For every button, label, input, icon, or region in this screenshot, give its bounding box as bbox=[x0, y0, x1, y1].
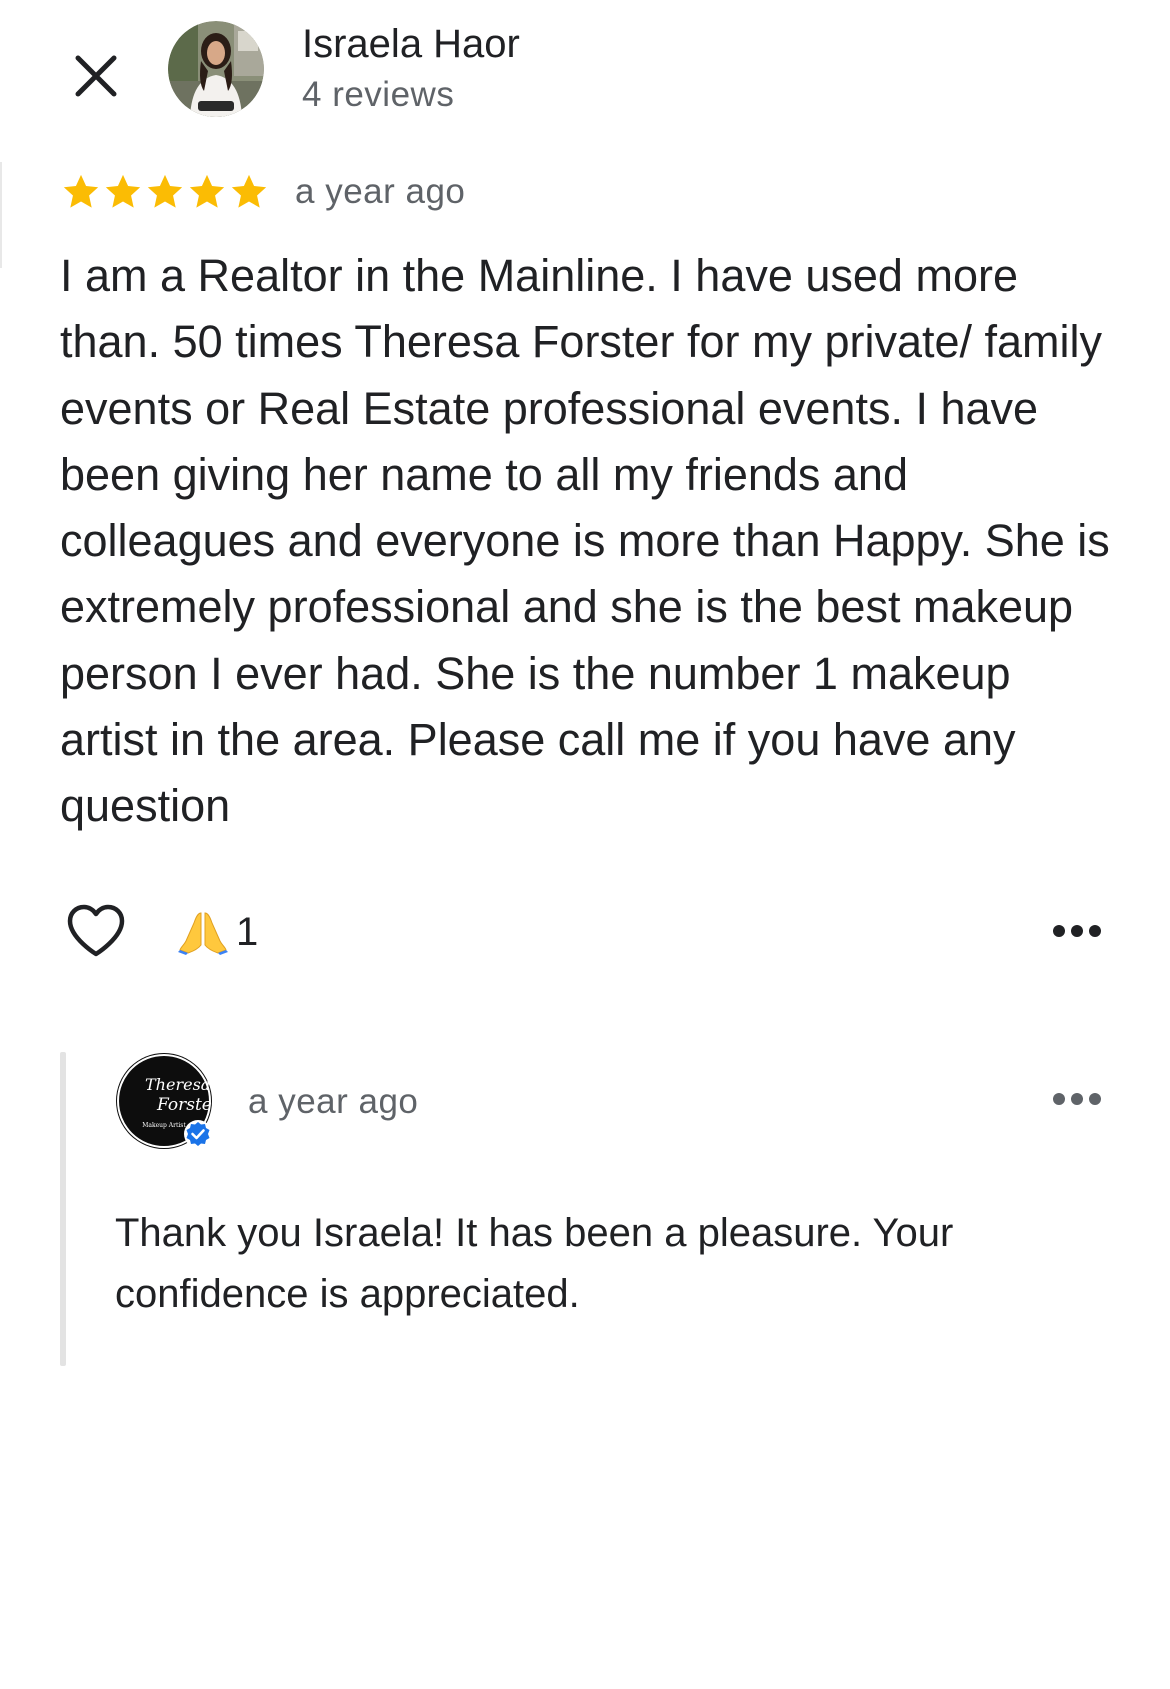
folded-hands-icon bbox=[178, 912, 228, 955]
star-icon bbox=[105, 174, 141, 208]
reply-indent-bar bbox=[60, 1052, 66, 1366]
reply-time: a year ago bbox=[248, 1082, 419, 1121]
like-button[interactable] bbox=[60, 895, 132, 967]
reviewer-review-count: 4 reviews bbox=[302, 75, 455, 114]
star-icon bbox=[147, 174, 183, 208]
review-more-options-button[interactable] bbox=[1045, 911, 1109, 951]
owner-avatar[interactable]: Theresa Forster Makeup Artist bbox=[115, 1052, 221, 1150]
star-icon bbox=[63, 174, 99, 208]
owner-logo-icon: Theresa Forster Makeup Artist bbox=[116, 1053, 221, 1149]
review-text: I am a Realtor in the Mainline. I have u… bbox=[60, 250, 1110, 832]
more-horizontal-icon bbox=[1053, 1093, 1101, 1105]
reviewer-name[interactable]: Israela Haor bbox=[302, 20, 520, 68]
edge-divider bbox=[0, 162, 2, 268]
svg-text:Theresa: Theresa bbox=[145, 1075, 210, 1094]
close-icon bbox=[75, 55, 117, 97]
reviewer-avatar[interactable] bbox=[168, 21, 264, 117]
reviewer-photo bbox=[168, 21, 264, 117]
review-time: a year ago bbox=[295, 172, 466, 211]
star-icon bbox=[231, 174, 267, 208]
more-horizontal-icon bbox=[1053, 925, 1101, 937]
reaction-count: 1 bbox=[236, 910, 259, 954]
svg-text:Makeup Artist: Makeup Artist bbox=[142, 1122, 186, 1129]
heart-outline-icon bbox=[67, 904, 125, 957]
reply-more-options-button[interactable] bbox=[1045, 1079, 1109, 1119]
reaction-summary[interactable]: 1 bbox=[178, 902, 258, 962]
star-icon bbox=[189, 174, 225, 208]
reply-text: Thank you Israela! It has been a pleasur… bbox=[115, 1211, 954, 1316]
star-rating bbox=[60, 170, 270, 214]
svg-text:Forster: Forster bbox=[156, 1095, 221, 1115]
close-button[interactable] bbox=[60, 40, 132, 112]
